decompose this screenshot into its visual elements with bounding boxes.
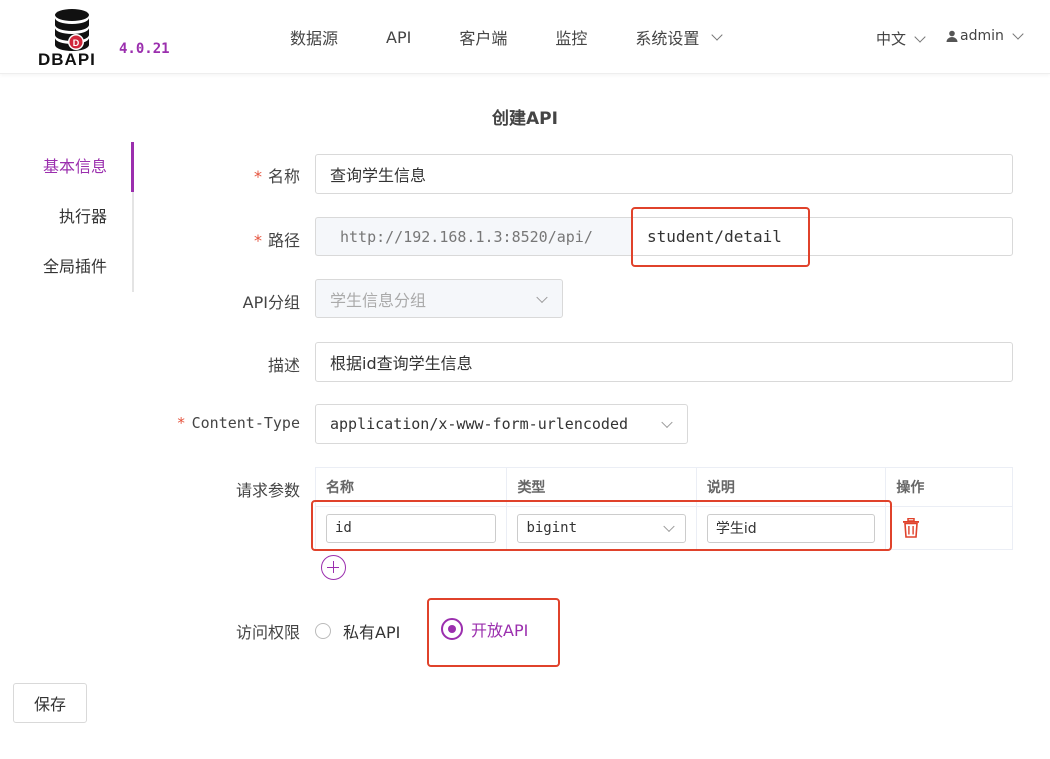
chevron-down-icon [661, 416, 673, 429]
radio-checked-icon [441, 618, 463, 640]
username: admin [960, 28, 1004, 44]
tab-basic-info[interactable]: 基本信息 [20, 142, 134, 192]
nav-monitor[interactable]: 监控 [555, 25, 587, 49]
nav-api[interactable]: API [386, 25, 411, 49]
col-header-name: 名称 [316, 468, 508, 506]
param-desc-input[interactable]: 学生id [706, 513, 876, 543]
side-tabs: 基本信息 执行器 全局插件 [20, 142, 134, 292]
nav-settings[interactable]: 系统设置 [635, 25, 724, 49]
col-header-action: 操作 [896, 480, 925, 496]
path-prefix: http://192.168.1.3:8520/api/ [315, 217, 633, 256]
path-label: * 路径 [253, 231, 300, 250]
tab-global-plugins[interactable]: 全局插件 [20, 242, 132, 292]
tab-executor[interactable]: 执行器 [20, 192, 132, 242]
content-type-value: application/x-www-form-urlencoded [330, 415, 629, 433]
language-label: 中文 [876, 30, 907, 48]
top-header: D DBAPI 4.0.21 数据源 API 客户端 监控 系统设置 中文 ad… [0, 0, 1050, 74]
description-input[interactable]: 根据id查询学生信息 [315, 342, 1013, 382]
page-title: 创建API [492, 109, 558, 129]
radio-public-api[interactable]: 开放API [441, 617, 528, 641]
nav-client[interactable]: 客户端 [459, 25, 507, 49]
chevron-down-icon [663, 520, 675, 533]
params-table: 名称 类型 说明 操作 id bigint 学生id [315, 467, 1013, 550]
group-select-value: 学生信息分组 [330, 290, 427, 310]
chevron-down-icon [711, 29, 724, 41]
radio-private-api[interactable]: 私有API [315, 619, 400, 643]
name-label: * 名称 [253, 167, 300, 186]
param-name-input[interactable]: id [326, 513, 497, 543]
param-type-value: bigint [526, 520, 578, 536]
params-table-header: 名称 类型 说明 操作 [316, 468, 1012, 507]
trash-icon[interactable] [902, 518, 920, 538]
radio-private-label: 私有API [343, 623, 401, 642]
radio-circle-icon [315, 623, 331, 639]
nav-datasource[interactable]: 数据源 [290, 25, 338, 49]
nav-settings-label: 系统设置 [635, 29, 700, 48]
description-label: 描述 [267, 356, 300, 375]
name-input[interactable]: 查询学生信息 [315, 154, 1013, 194]
add-param-button[interactable] [321, 555, 346, 580]
svg-text:D: D [73, 38, 80, 48]
user-icon [946, 30, 958, 42]
param-type-select[interactable]: bigint [517, 513, 686, 543]
table-row: id bigint 学生id [316, 507, 1012, 550]
group-label: API分组 [242, 293, 300, 312]
language-switcher[interactable]: 中文 [876, 28, 926, 49]
chevron-down-icon [914, 30, 926, 43]
col-header-type: 类型 [507, 468, 697, 506]
path-input[interactable]: student/detail [632, 217, 1013, 256]
col-header-desc: 说明 [697, 468, 887, 506]
save-button[interactable]: 保存 [13, 683, 87, 723]
content-type-select[interactable]: application/x-www-form-urlencoded [315, 404, 688, 444]
main-nav: 数据源 API 客户端 监控 系统设置 [290, 25, 769, 49]
radio-public-label: 开放API [471, 621, 529, 640]
chevron-down-icon [536, 291, 548, 303]
user-menu[interactable]: admin [946, 28, 1024, 44]
app-version: 4.0.21 [119, 41, 170, 57]
group-select: 学生信息分组 [315, 279, 563, 318]
params-label: 请求参数 [235, 481, 300, 500]
chevron-down-icon [1012, 28, 1024, 40]
access-label: 访问权限 [235, 623, 300, 642]
logo-text: DBAPI [38, 50, 96, 69]
content-type-label: * Content-Type [176, 414, 300, 432]
